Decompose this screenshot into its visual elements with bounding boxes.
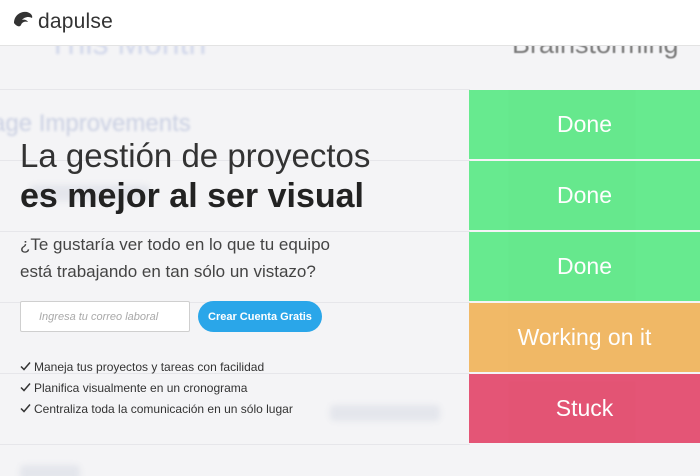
status-column: Done Done Done Working on it Stuck (469, 90, 700, 445)
status-cell-done[interactable]: Done (469, 161, 700, 230)
status-cell-stuck[interactable]: Stuck (469, 374, 700, 443)
background-row-divider (0, 89, 470, 90)
hero-subtitle: ¿Te gustaría ver todo en lo que tu equip… (20, 235, 330, 281)
check-icon (20, 402, 34, 416)
background-row-divider (0, 444, 470, 445)
feature-item: Planifica visualmente en un cronograma (20, 377, 293, 398)
signup-form: Crear Cuenta Gratis (20, 301, 322, 332)
status-cell-done[interactable]: Done (469, 90, 700, 159)
feature-text: Planifica visualmente en un cronograma (34, 380, 248, 395)
hero-title-line-2: es mejor al ser visual (20, 177, 364, 215)
background-item-label: age Improvements (0, 110, 191, 137)
status-cell-working-on-it[interactable]: Working on it (469, 303, 700, 372)
background-placeholder (20, 465, 80, 476)
status-label: Stuck (555, 395, 614, 421)
logo[interactable]: dapulse (12, 9, 113, 34)
features-list: Maneja tus proyectos y tareas con facili… (20, 356, 293, 419)
feature-text: Centraliza toda la comunicación en un só… (34, 401, 293, 416)
feature-item: Maneja tus proyectos y tareas con facili… (20, 356, 293, 377)
status-label: Working on it (517, 324, 652, 350)
logo-text: dapulse (38, 9, 113, 33)
check-icon (20, 381, 34, 395)
hero-section: La gestión de proyectos es mejor al ser … (20, 137, 460, 285)
background-group-label: Brainstorming (512, 45, 679, 60)
status-label: Done (557, 253, 612, 279)
email-input[interactable] (20, 301, 190, 332)
feature-text: Maneja tus proyectos y tareas con facili… (34, 359, 265, 374)
check-icon (20, 360, 34, 374)
status-cell-done[interactable]: Done (469, 232, 700, 301)
background-month-label: This Month (48, 45, 206, 62)
dapulse-logo-icon (12, 9, 34, 34)
background-placeholder (330, 405, 440, 421)
status-label: Done (557, 182, 612, 208)
create-free-account-button[interactable]: Crear Cuenta Gratis (198, 301, 322, 332)
top-header: dapulse (0, 0, 700, 46)
feature-item: Centraliza toda la comunicación en un só… (20, 398, 293, 419)
status-label: Done (557, 111, 612, 137)
hero-title-line-1: La gestión de proyectos (20, 137, 371, 174)
